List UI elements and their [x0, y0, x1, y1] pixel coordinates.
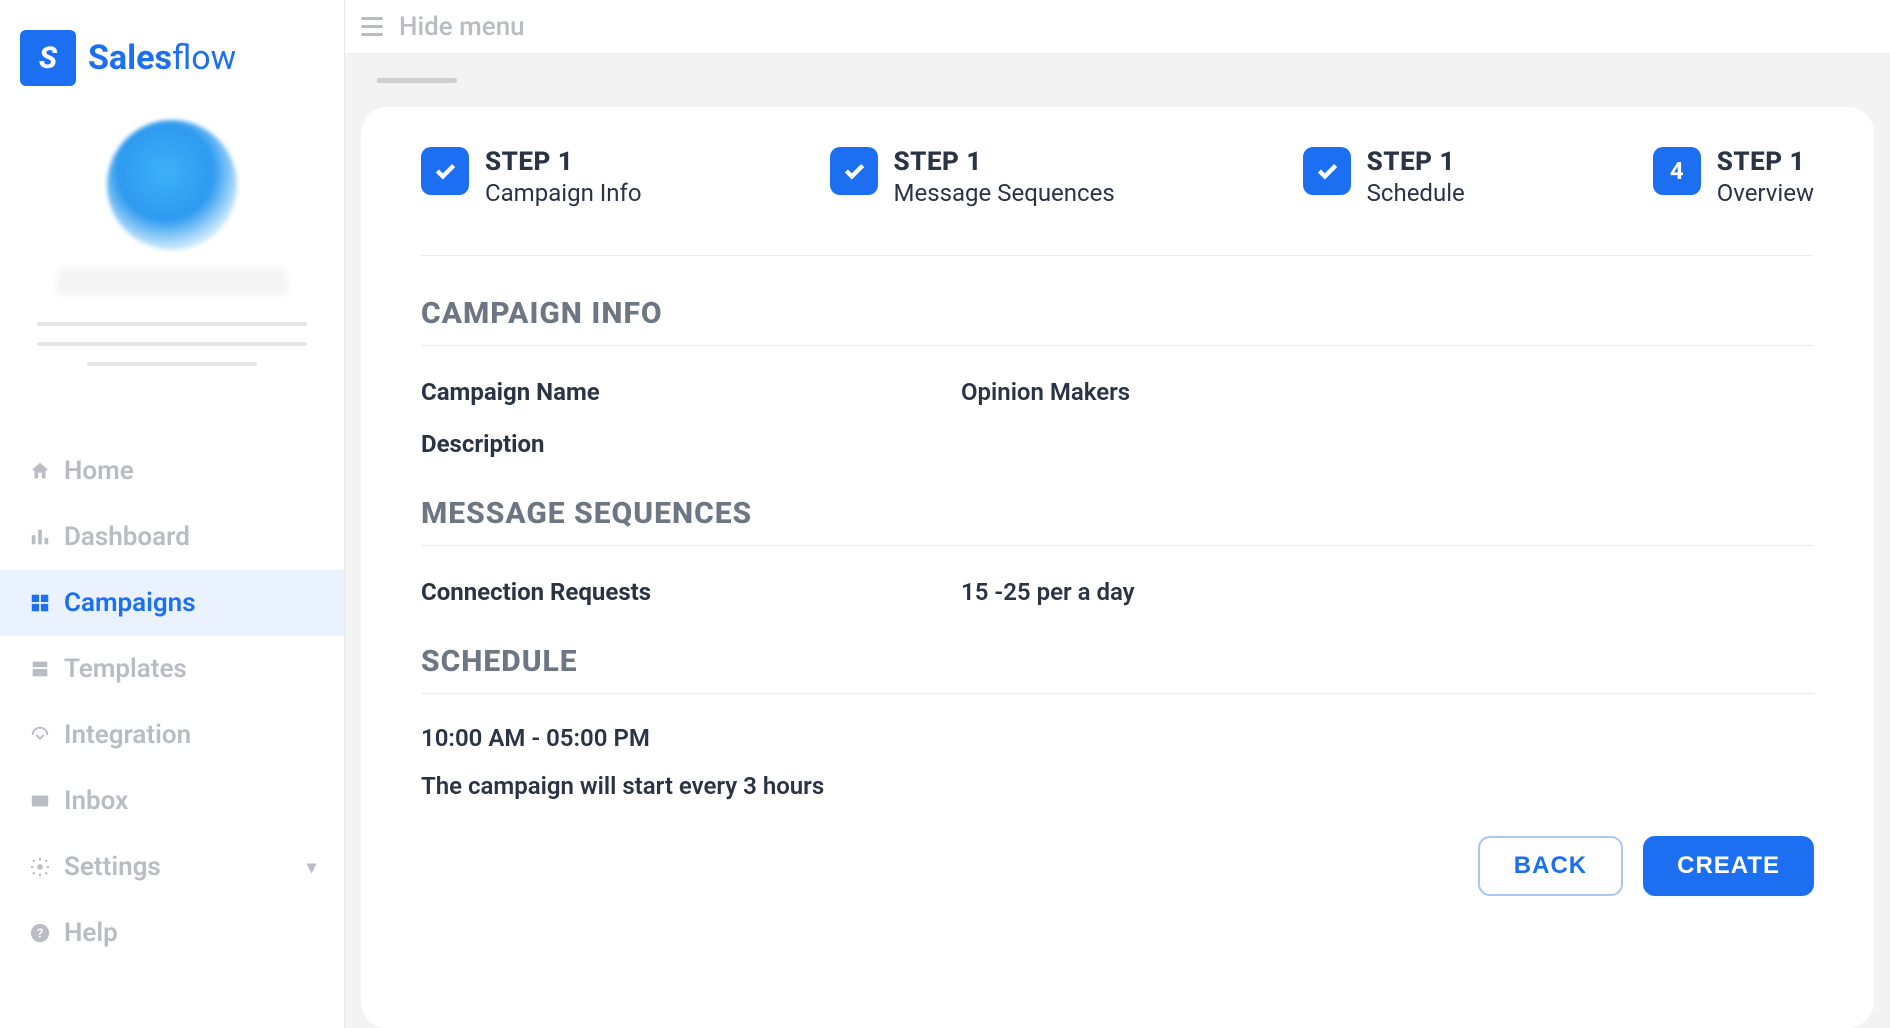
avatar [107, 120, 237, 250]
check-icon [830, 147, 878, 195]
chart-icon [28, 525, 52, 549]
row-label: Connection Requests [421, 578, 961, 606]
step-subtitle: Message Sequences [894, 179, 1115, 207]
step-subtitle: Campaign Info [485, 179, 642, 207]
step-subtitle: Schedule [1367, 179, 1465, 207]
profile-block [0, 110, 344, 402]
profile-line [37, 322, 307, 326]
schedule-line: 10:00 AM - 05:00 PM [421, 714, 1814, 762]
row-value: 15 -25 per a day [961, 578, 1814, 606]
svg-text:?: ? [37, 927, 43, 942]
section-message-sequences: MESSAGE SEQUENCES Connection Requests 15… [421, 496, 1814, 618]
brand-logo-icon: S [20, 30, 76, 86]
actions: BACK CREATE [421, 836, 1814, 896]
info-row: Campaign Name Opinion Makers [421, 366, 1814, 418]
sidebar-item-label: Inbox [64, 786, 128, 816]
step-subtitle: Overview [1717, 179, 1814, 207]
create-button[interactable]: CREATE [1643, 836, 1814, 896]
step-number-box: 4 [1653, 147, 1701, 195]
sidebar-item-dashboard[interactable]: Dashboard [0, 504, 344, 570]
sidebar-item-label: Dashboard [64, 522, 190, 552]
help-icon: ? [28, 921, 52, 945]
grid-icon [28, 591, 52, 615]
step-message-sequences[interactable]: STEP 1 Message Sequences [830, 147, 1115, 207]
check-icon [1303, 147, 1351, 195]
row-value: Opinion Makers [961, 378, 1814, 406]
main: Hide menu STEP 1 Campaign Info STEP 1 [345, 0, 1890, 1028]
sidebar-item-label: Templates [64, 654, 187, 684]
step-schedule[interactable]: STEP 1 Schedule [1303, 147, 1465, 207]
section-schedule: SCHEDULE 10:00 AM - 05:00 PM The campaig… [421, 644, 1814, 810]
inbox-icon [28, 789, 52, 813]
profile-name-placeholder [57, 268, 287, 296]
section-heading: SCHEDULE [421, 644, 1814, 694]
step-text: STEP 1 Message Sequences [894, 147, 1115, 207]
section-heading: MESSAGE SEQUENCES [421, 496, 1814, 546]
sidebar-item-integration[interactable]: Integration [0, 702, 344, 768]
profile-line [87, 362, 257, 366]
stepper: STEP 1 Campaign Info STEP 1 Message Sequ… [421, 147, 1814, 256]
sidebar-item-label: Integration [64, 720, 191, 750]
sidebar-nav: Home Dashboard Campaigns Templates Integ… [0, 438, 344, 966]
sidebar-item-campaigns[interactable]: Campaigns [0, 570, 344, 636]
sidebar-item-inbox[interactable]: Inbox [0, 768, 344, 834]
back-button[interactable]: BACK [1478, 836, 1623, 896]
step-text: STEP 1 Overview [1717, 147, 1814, 207]
check-icon [421, 147, 469, 195]
row-value [961, 430, 1814, 458]
step-text: STEP 1 Schedule [1367, 147, 1465, 207]
hide-menu-label[interactable]: Hide menu [399, 12, 525, 42]
sidebar-item-help[interactable]: ? Help [0, 900, 344, 966]
chevron-down-icon: ▾ [307, 857, 316, 878]
step-text: STEP 1 Campaign Info [485, 147, 642, 207]
gear-icon [28, 855, 52, 879]
brand-name-bold: Sales [88, 38, 172, 78]
menu-icon[interactable] [361, 17, 383, 36]
row-label: Campaign Name [421, 378, 961, 406]
info-row: Connection Requests 15 -25 per a day [421, 566, 1814, 618]
home-icon [28, 459, 52, 483]
brand: S Salesflow [0, 20, 344, 110]
step-overview[interactable]: 4 STEP 1 Overview [1653, 147, 1814, 207]
sidebar-item-templates[interactable]: Templates [0, 636, 344, 702]
sidebar-item-label: Settings [64, 852, 161, 882]
topbar: Hide menu [345, 0, 1890, 54]
step-title: STEP 1 [1367, 147, 1465, 177]
sidebar-item-label: Home [64, 456, 134, 486]
section-campaign-info: CAMPAIGN INFO Campaign Name Opinion Make… [421, 296, 1814, 470]
brand-name-rest: flow [172, 38, 236, 78]
templates-icon [28, 657, 52, 681]
step-title: STEP 1 [485, 147, 642, 177]
sidebar-item-label: Help [64, 918, 118, 948]
sidebar-item-home[interactable]: Home [0, 438, 344, 504]
profile-line [37, 342, 307, 346]
brand-name: Salesflow [88, 38, 236, 78]
step-title: STEP 1 [894, 147, 1115, 177]
integration-icon [28, 723, 52, 747]
accent-bar [377, 78, 457, 83]
sidebar: S Salesflow Home Dashboard Campai [0, 0, 345, 1028]
content-card: STEP 1 Campaign Info STEP 1 Message Sequ… [361, 107, 1874, 1028]
sidebar-item-label: Campaigns [64, 588, 196, 618]
schedule-line: The campaign will start every 3 hours [421, 762, 1814, 810]
section-heading: CAMPAIGN INFO [421, 296, 1814, 346]
step-title: STEP 1 [1717, 147, 1814, 177]
step-campaign-info[interactable]: STEP 1 Campaign Info [421, 147, 642, 207]
sidebar-item-settings[interactable]: Settings ▾ [0, 834, 344, 900]
row-label: Description [421, 430, 961, 458]
info-row: Description [421, 418, 1814, 470]
